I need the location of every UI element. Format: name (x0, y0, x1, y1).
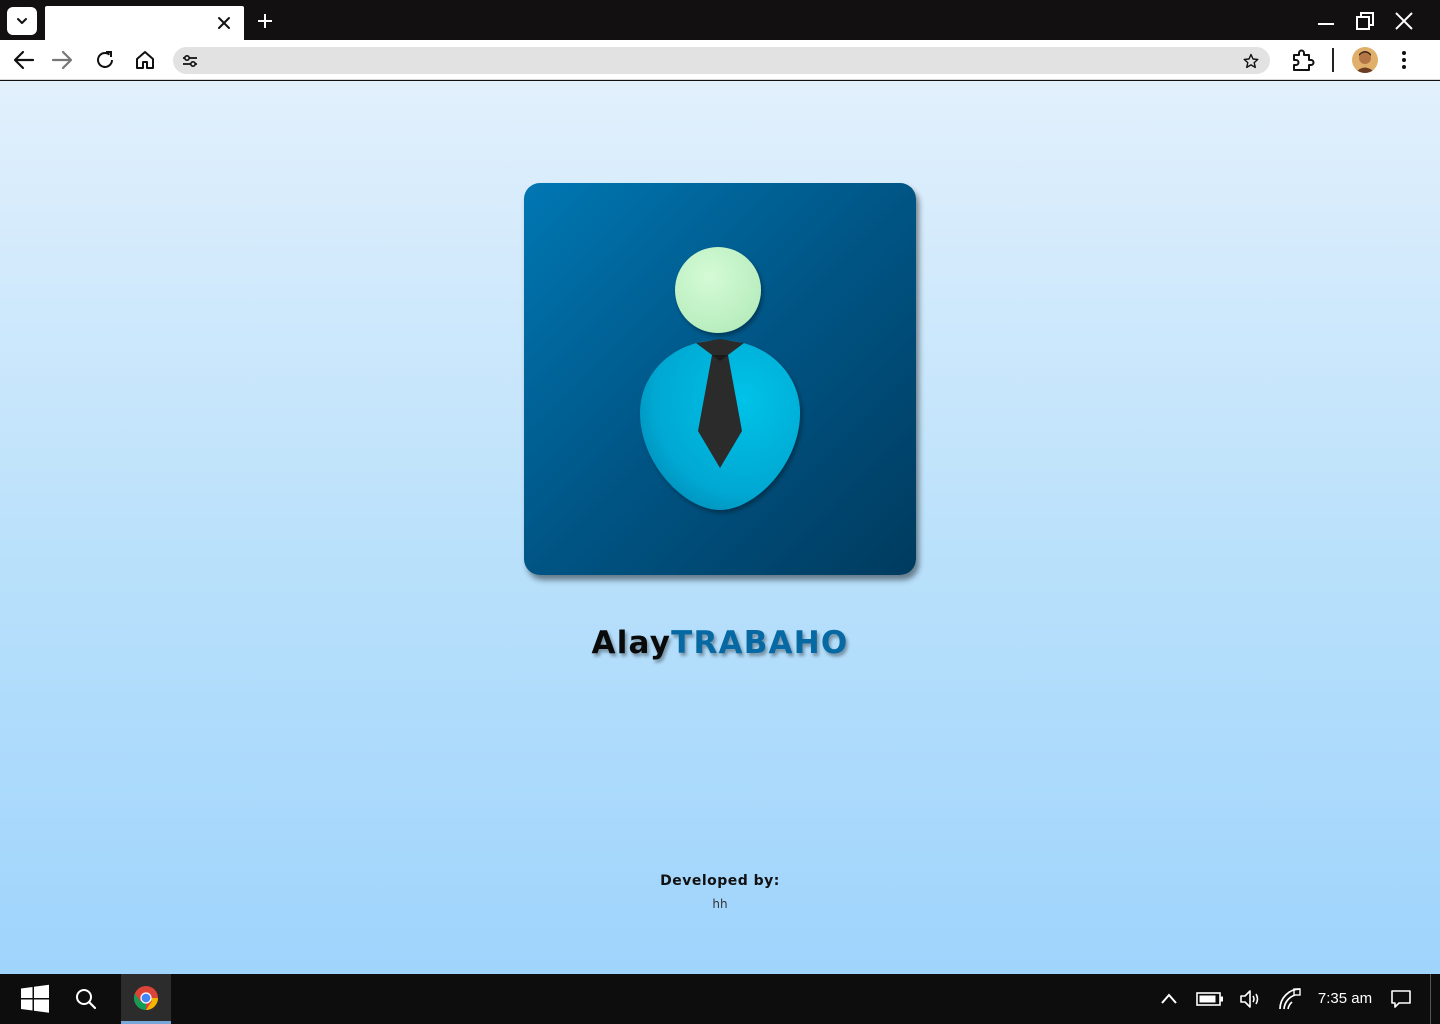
address-bar[interactable] (173, 47, 1270, 74)
more-vert-icon (1402, 51, 1406, 69)
chevron-up-icon (1161, 993, 1177, 1004)
plus-icon (258, 14, 272, 28)
app-title-part1: Alay (591, 625, 672, 661)
start-button[interactable] (17, 974, 53, 1024)
close-icon (218, 17, 230, 29)
browser-tab-strip (0, 0, 1440, 40)
developer-name: hh (712, 897, 728, 911)
minimize-icon (1318, 23, 1334, 25)
arrow-left-icon (13, 50, 35, 70)
home-icon (136, 51, 154, 69)
chevron-down-icon (17, 18, 27, 24)
show-desktop-button[interactable] (1430, 974, 1440, 1024)
page-content: AlayTRABAHO Developed by: hh (0, 81, 1440, 974)
reload-icon (97, 51, 113, 68)
restore-button[interactable] (1352, 8, 1378, 34)
tune-icon (183, 54, 197, 68)
volume-icon (1240, 990, 1259, 1008)
battery-icon (1196, 992, 1223, 1006)
avatar-icon (1352, 47, 1378, 73)
browser-menu-button[interactable] (1391, 47, 1417, 73)
new-tab-button[interactable] (254, 10, 276, 32)
notifications-button[interactable] (1388, 974, 1414, 1024)
businessman-icon (640, 247, 800, 510)
close-window-button[interactable] (1391, 8, 1417, 34)
wifi-icon (1279, 988, 1301, 1010)
toolbar-divider (1332, 48, 1334, 72)
site-settings-button[interactable] (179, 50, 201, 72)
home-button[interactable] (132, 47, 158, 73)
developed-by-label: Developed by: (660, 873, 780, 889)
notification-icon (1391, 990, 1411, 1008)
network-button[interactable] (1277, 974, 1303, 1024)
app-title: AlayTRABAHO (0, 625, 1440, 661)
extensions-button[interactable] (1290, 47, 1316, 73)
tab-search-button[interactable] (7, 7, 37, 35)
back-button[interactable] (11, 47, 37, 73)
battery-button[interactable] (1194, 974, 1226, 1024)
browser-tab[interactable] (45, 6, 244, 40)
reload-button[interactable] (92, 47, 118, 73)
forward-button[interactable] (49, 47, 75, 73)
windows-icon (21, 984, 49, 1013)
volume-button[interactable] (1238, 974, 1264, 1024)
search-icon (76, 989, 97, 1010)
show-hidden-icons-button[interactable] (1157, 974, 1181, 1024)
app-title-part2: TRABAHO (671, 625, 849, 661)
taskbar: 7:35 am (0, 974, 1440, 1024)
app-logo (524, 183, 916, 575)
address-input[interactable] (209, 47, 1229, 74)
star-icon (1243, 53, 1259, 69)
search-button[interactable] (72, 974, 100, 1024)
chrome-icon (133, 985, 158, 1010)
bookmark-button[interactable] (1240, 50, 1262, 72)
profile-avatar-button[interactable] (1352, 47, 1378, 73)
arrow-right-icon (51, 50, 73, 70)
tab-close-button[interactable] (214, 13, 234, 33)
close-icon (1395, 12, 1413, 30)
taskbar-clock[interactable]: 7:35 am (1310, 990, 1380, 1007)
taskbar-chrome-button[interactable] (121, 974, 171, 1024)
minimize-button[interactable] (1313, 8, 1339, 34)
puzzle-icon (1293, 49, 1315, 71)
restore-icon (1356, 12, 1374, 30)
browser-toolbar (0, 40, 1440, 80)
